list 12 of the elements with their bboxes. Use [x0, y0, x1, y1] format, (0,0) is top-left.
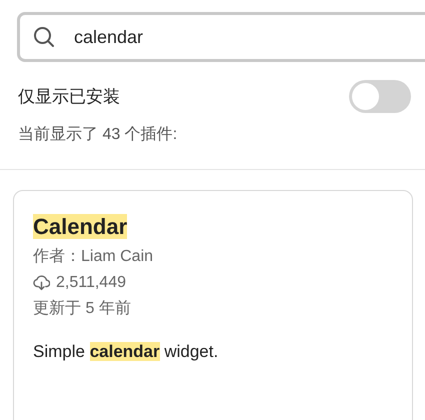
plugin-author: 作者：Liam Cain — [33, 246, 154, 267]
download-count: 2,511,449 — [56, 273, 126, 293]
plugin-title: Calendar — [33, 214, 128, 239]
plugin-updated: 更新于 5 年前 — [33, 298, 132, 319]
plugin-count: 当前显示了 43 个插件: — [17, 125, 178, 145]
search-field[interactable]: calendar — [17, 12, 425, 62]
filter-label: 仅显示已安装 — [18, 86, 120, 108]
plugin-card[interactable]: Calendar 作者：Liam Cain 2,511,449 更新于 5 年前 Simple calendar widget. — [13, 190, 413, 420]
plugin-description: Simple calendar widget. — [33, 341, 220, 363]
cloud-download-icon — [33, 275, 50, 291]
search-icon — [32, 25, 56, 49]
installed-toggle[interactable] — [349, 80, 411, 113]
